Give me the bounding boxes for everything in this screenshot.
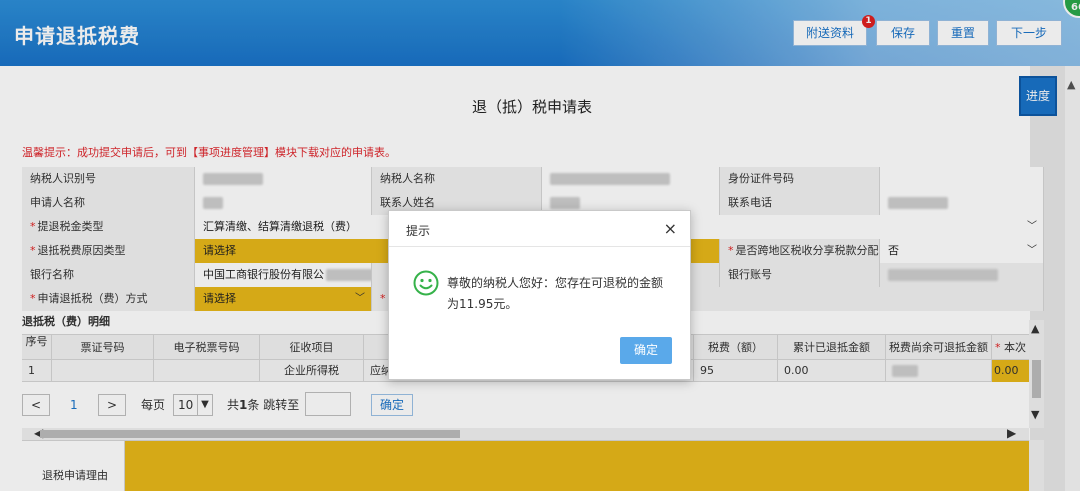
smile-icon — [413, 270, 439, 296]
notice-dialog: 提示 × 尊敬的纳税人您好：您存在可退税的金额为11.95元。 确定 — [388, 210, 691, 380]
close-icon[interactable]: × — [664, 219, 677, 238]
dialog-header: 提示 × — [389, 211, 690, 247]
dialog-ok-button[interactable]: 确定 — [620, 337, 672, 364]
dialog-title: 提示 — [406, 224, 431, 238]
dialog-message: 尊敬的纳税人您好：您存在可退税的金额为11.95元。 — [447, 276, 664, 311]
